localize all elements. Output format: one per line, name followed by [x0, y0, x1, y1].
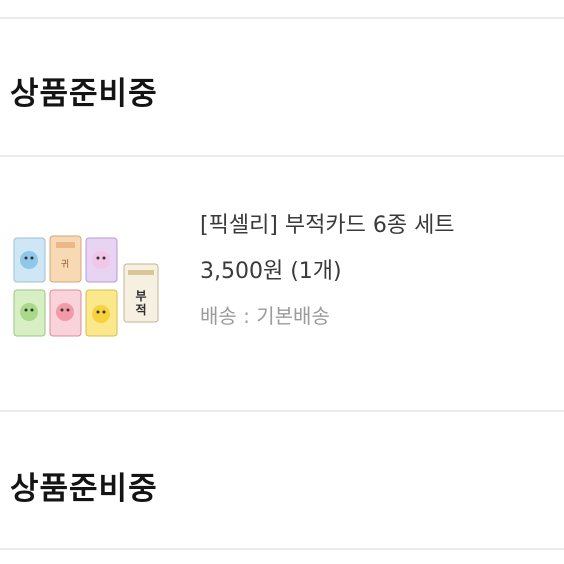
shipping-info: 배송 : 기본배송 — [200, 304, 330, 328]
package-card: 부 적 — [123, 263, 159, 323]
svg-text:귀: 귀 — [61, 259, 69, 270]
card-set-image: 귀 부 적 — [13, 235, 159, 337]
section-divider — [0, 410, 564, 412]
svg-text:적: 적 — [135, 302, 146, 317]
card-2: 귀 — [49, 235, 82, 283]
section-divider — [0, 155, 564, 157]
order-status-heading: 상품준비중 — [10, 76, 158, 112]
product-price: 3,500원 (1개) — [200, 259, 342, 284]
card-6 — [85, 289, 118, 337]
card-5 — [49, 289, 82, 337]
card-4 — [13, 289, 46, 337]
bottom-divider — [0, 548, 564, 550]
product-thumbnail[interactable]: 귀 부 적 — [10, 232, 160, 344]
card-3 — [85, 237, 118, 283]
top-divider — [0, 17, 564, 19]
svg-text:부: 부 — [135, 289, 146, 303]
product-name[interactable]: [픽셀리] 부적카드 6종 세트 — [200, 207, 455, 239]
order-status-heading: 상품준비중 — [10, 471, 158, 507]
card-1 — [13, 237, 46, 283]
